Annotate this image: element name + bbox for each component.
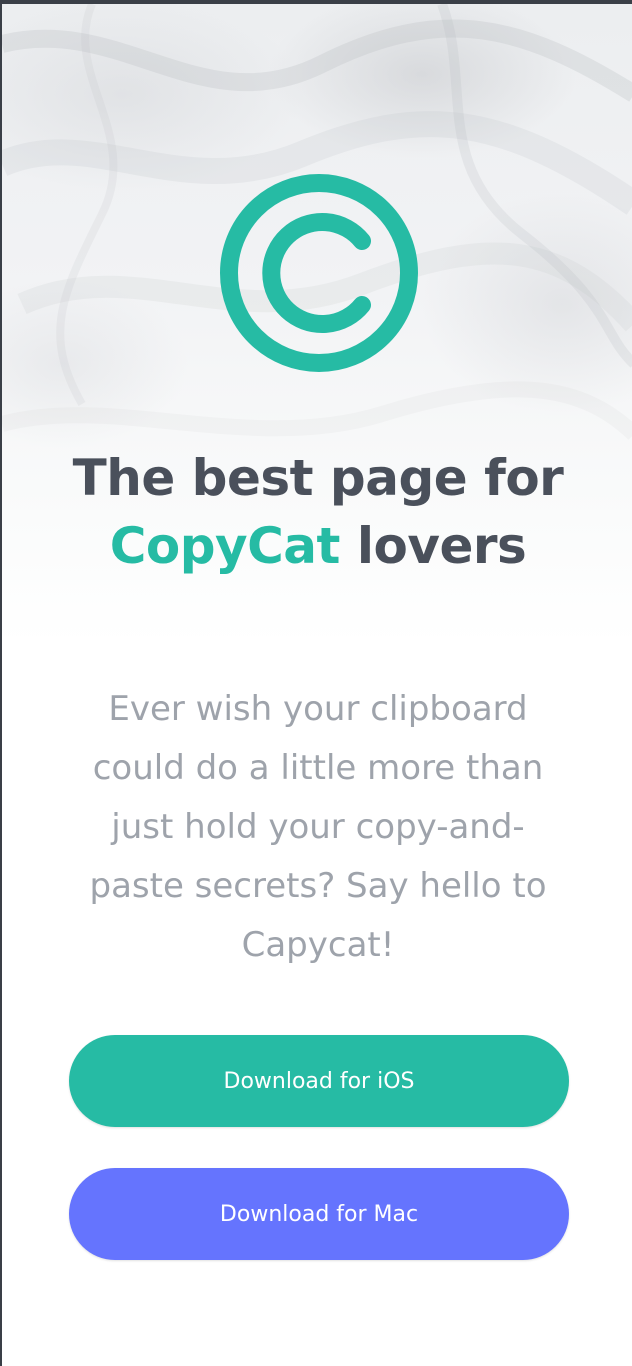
download-ios-button[interactable]: Download for iOS	[69, 1035, 569, 1127]
headline-rest: lovers	[356, 517, 527, 575]
download-mac-button[interactable]: Download for Mac	[69, 1168, 569, 1260]
headline-accent: CopyCat	[109, 517, 341, 575]
headline-line1: The best page for	[72, 449, 564, 507]
hero-description: Ever wish your clipboard could do a litt…	[89, 689, 547, 965]
page-frame: The best page for CopyCat lovers Ever wi…	[0, 0, 632, 1366]
copyright-icon	[220, 174, 418, 372]
page-headline: The best page for CopyCat lovers	[2, 444, 632, 580]
